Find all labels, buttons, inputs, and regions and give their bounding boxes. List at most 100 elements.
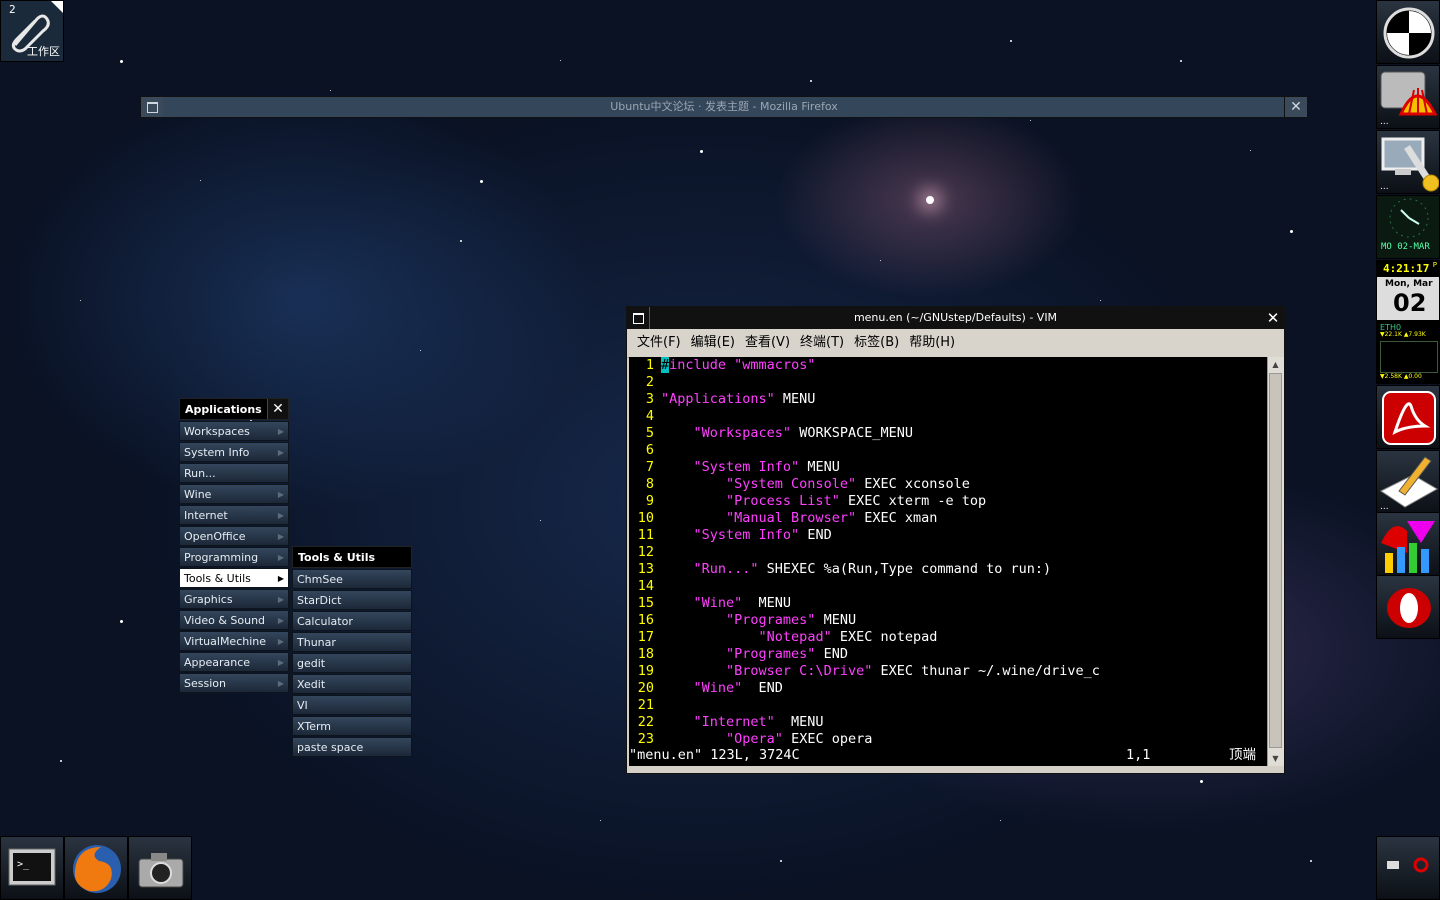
vim-scrollbar[interactable]: ▲ ▼ bbox=[1267, 357, 1284, 766]
workspace-clip[interactable]: 2 工作区 bbox=[0, 0, 64, 62]
line-number: 18 bbox=[637, 646, 654, 662]
menu-item[interactable]: Session ▶ bbox=[179, 673, 289, 693]
dock-tile-pdf[interactable] bbox=[1376, 385, 1440, 449]
menu-item[interactable]: Xedit bbox=[292, 674, 412, 694]
dock-tile-clock[interactable]: MO 02-MAR bbox=[1376, 195, 1440, 259]
menu-item[interactable]: OpenOffice ▶ bbox=[179, 526, 289, 546]
dock-tile-window-maker[interactable] bbox=[1376, 0, 1440, 64]
minimize-button[interactable] bbox=[141, 97, 164, 117]
vim-menu-item[interactable]: 帮助(H) bbox=[909, 329, 955, 357]
dock-tile-datetime[interactable]: 4:21:17 P Mon, Mar 02 bbox=[1376, 260, 1440, 324]
code-token: "System Info" bbox=[693, 527, 800, 543]
menu-item[interactable]: Graphics ▶ bbox=[179, 589, 289, 609]
line-number: 23 bbox=[637, 731, 654, 747]
menu-item-label: Video & Sound bbox=[184, 614, 266, 627]
submenu-arrow-icon: ▶ bbox=[277, 490, 284, 499]
star bbox=[1290, 230, 1293, 233]
minimize-icon bbox=[633, 313, 644, 324]
menu-item[interactable]: VirtualMechine ▶ bbox=[179, 631, 289, 651]
scroll-down-icon[interactable]: ▼ bbox=[1269, 752, 1282, 765]
code-line: 18 "Programes" END bbox=[629, 646, 848, 663]
tools-utils-menu: Tools & Utils ChmSee StarDict Calculator Th… bbox=[292, 546, 412, 757]
app-icon-camera[interactable] bbox=[128, 836, 192, 900]
line-number: 17 bbox=[637, 629, 654, 645]
menu-item[interactable]: VI bbox=[292, 695, 412, 715]
code-token: SHEXEC %a(Run,Type command to run:) bbox=[758, 561, 1052, 577]
menu-item[interactable]: XTerm bbox=[292, 716, 412, 736]
code-token: "Opera" bbox=[726, 731, 783, 747]
minimize-button[interactable] bbox=[627, 307, 650, 329]
star bbox=[1100, 300, 1101, 301]
line-number: 12 bbox=[637, 544, 654, 560]
menu-item-label: XTerm bbox=[297, 720, 332, 733]
close-button[interactable]: ✕ bbox=[1262, 307, 1284, 329]
menu-item[interactable]: Video & Sound ▶ bbox=[179, 610, 289, 630]
firefox-window-titlebar[interactable]: Ubuntu中文论坛 · 发表主题 - Mozilla Firefox ✕ bbox=[140, 96, 1308, 118]
app-icon-terminal[interactable]: >_ bbox=[0, 836, 64, 900]
vim-menu-item[interactable]: 查看(V) bbox=[745, 329, 790, 357]
code-line: 2 bbox=[629, 374, 661, 391]
code-token: END bbox=[742, 680, 783, 696]
code-token: "Notepad" bbox=[758, 629, 832, 645]
line-number: 14 bbox=[637, 578, 654, 594]
clip-corner-icon[interactable] bbox=[51, 1, 63, 13]
dock-tile-chart[interactable] bbox=[1376, 512, 1440, 576]
star bbox=[120, 60, 123, 63]
code-line: 23 "Opera" EXEC opera bbox=[629, 731, 873, 748]
menu-item[interactable]: Programming ▶ bbox=[179, 547, 289, 567]
code-line: 13 "Run..." SHEXEC %a(Run,Type command t… bbox=[629, 561, 1051, 578]
star bbox=[780, 860, 782, 862]
line-number: 6 bbox=[645, 442, 654, 458]
menu-item[interactable]: Tools & Utils ▶ bbox=[179, 568, 289, 588]
code-line: 4 bbox=[629, 408, 661, 425]
menu-item[interactable]: Calculator bbox=[292, 611, 412, 631]
menu-item[interactable]: Thunar bbox=[292, 632, 412, 652]
dock-tile-opera[interactable] bbox=[1376, 575, 1440, 639]
menu-item[interactable]: Run... bbox=[179, 463, 289, 483]
menu-item[interactable]: StarDict bbox=[292, 590, 412, 610]
dock-tile-editor[interactable]: ... bbox=[1376, 450, 1440, 514]
menu-item-label: Appearance bbox=[184, 656, 251, 669]
menu-item[interactable]: System Info ▶ bbox=[179, 442, 289, 462]
date-day: Mon, Mar bbox=[1385, 279, 1433, 289]
menu-item[interactable]: Wine ▶ bbox=[179, 484, 289, 504]
submenu-arrow-icon: ▶ bbox=[277, 574, 284, 583]
vim-menu-item[interactable]: 编辑(E) bbox=[691, 329, 735, 357]
vim-menu-item[interactable]: 终端(T) bbox=[800, 329, 844, 357]
code-token: # bbox=[661, 357, 670, 373]
dock-tile-shell[interactable]: ... bbox=[1376, 65, 1440, 129]
code-token: "Internet" bbox=[693, 714, 775, 730]
submenu-arrow-icon: ▶ bbox=[277, 427, 284, 436]
dock-tile-settings[interactable]: ... bbox=[1376, 130, 1440, 194]
close-menu-button[interactable]: ✕ bbox=[267, 399, 288, 419]
star bbox=[700, 150, 703, 153]
scroll-thumb[interactable] bbox=[1269, 373, 1282, 748]
code-token: EXEC xterm -e top bbox=[839, 493, 987, 509]
submenu-arrow-icon: ▶ bbox=[277, 532, 284, 541]
close-button[interactable]: ✕ bbox=[1284, 97, 1307, 117]
vim-menu-item[interactable]: 文件(F) bbox=[637, 329, 681, 357]
vim-editor[interactable]: 1 #include "wmmacros" 2 3 "Applications" MEN… bbox=[629, 357, 1268, 766]
code-line: 9 "Process List" EXEC xterm -e top bbox=[629, 493, 986, 510]
vim-titlebar[interactable]: menu.en (~/GNUstep/Defaults) - VIM ✕ bbox=[627, 307, 1284, 329]
star bbox=[1010, 40, 1012, 42]
scroll-up-icon[interactable]: ▲ bbox=[1269, 358, 1282, 371]
line-number: 4 bbox=[645, 408, 654, 424]
menu-item[interactable]: paste space bbox=[292, 737, 412, 757]
menu-item[interactable]: Workspaces ▶ bbox=[179, 421, 289, 441]
code-token: "Workspaces" bbox=[693, 425, 792, 441]
workspace-name: 工作区 bbox=[27, 45, 60, 58]
vim-menu-item[interactable]: 标签(B) bbox=[854, 329, 899, 357]
menu-item[interactable]: Appearance ▶ bbox=[179, 652, 289, 672]
menu-item[interactable]: ChmSee bbox=[292, 569, 412, 589]
dock-tile-network[interactable]: ETH0 ▼22.1K ▲7.93K ▼2.58K ▲0.00 bbox=[1376, 320, 1440, 384]
dock-tile-tray[interactable] bbox=[1376, 836, 1440, 900]
menu-item[interactable]: gedit bbox=[292, 653, 412, 673]
menu-item[interactable]: Internet ▶ bbox=[179, 505, 289, 525]
chart-icon bbox=[1381, 521, 1435, 573]
line-number: 20 bbox=[637, 680, 654, 696]
app-icon-firefox[interactable] bbox=[64, 836, 128, 900]
line-number: 21 bbox=[637, 697, 654, 713]
